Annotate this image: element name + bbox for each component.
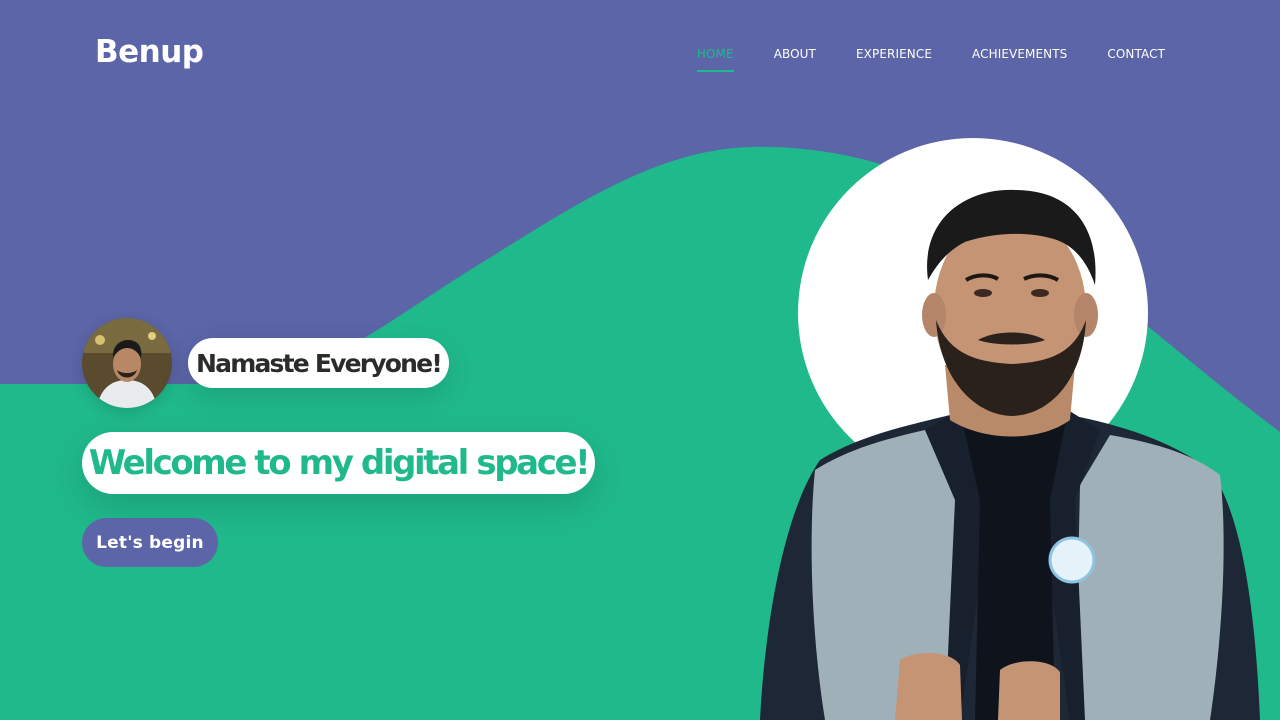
nav-item-about[interactable]: ABOUT [774,46,816,70]
lets-begin-button[interactable]: Let's begin [82,518,218,567]
main-nav: HOME ABOUT EXPERIENCE ACHIEVEMENTS CONTA… [696,46,1165,72]
avatar [82,318,172,408]
nav-item-experience[interactable]: EXPERIENCE [856,46,932,70]
nav-item-home[interactable]: HOME [696,46,734,72]
brand-logo[interactable]: Benup [95,34,204,70]
nav-item-achievements[interactable]: ACHIEVEMENTS [972,46,1067,70]
headline-text: Welcome to my digital space! [88,443,591,483]
nav-item-contact[interactable]: CONTACT [1107,46,1165,70]
greeting-text: Namaste Everyone! [196,348,443,378]
greeting-pill: Namaste Everyone! [188,338,449,388]
headline-pill: Welcome to my digital space! [82,432,595,494]
hero-portrait-image [760,189,1260,720]
